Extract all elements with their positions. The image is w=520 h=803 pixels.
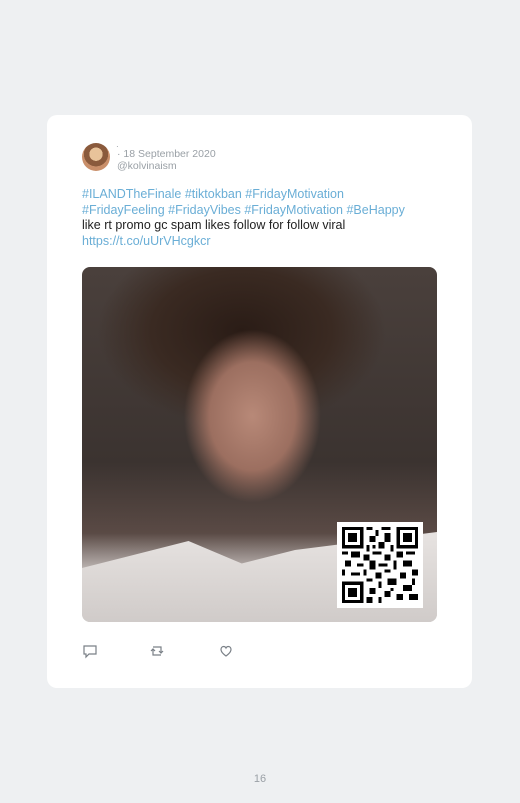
hashtags-line-1[interactable]: #ILANDTheFinale #tiktokban #FridayMotiva… bbox=[82, 187, 442, 203]
tweet-text: #ILANDTheFinale #tiktokban #FridayMotiva… bbox=[82, 187, 442, 249]
reply-icon[interactable] bbox=[82, 643, 98, 659]
qr-code bbox=[337, 522, 423, 608]
tweet-body-text: like rt promo gc spam likes follow for f… bbox=[82, 218, 346, 232]
tweet-link[interactable]: https://t.co/uUrVHcgkcr bbox=[82, 234, 442, 250]
tweet-date: · 18 September 2020 bbox=[117, 148, 216, 160]
tweet-actions bbox=[82, 643, 242, 659]
tweet-media-image[interactable] bbox=[82, 267, 437, 622]
retweet-icon[interactable] bbox=[149, 643, 165, 659]
heart-icon[interactable] bbox=[218, 643, 234, 659]
user-handle[interactable]: @kolvinaism bbox=[117, 160, 177, 172]
avatar[interactable] bbox=[82, 143, 110, 171]
page-number: 16 bbox=[253, 773, 267, 785]
hashtags-line-2[interactable]: #FridayFeeling #FridayVibes #FridayMotiv… bbox=[82, 203, 442, 219]
tweet-card: · · 18 September 2020 @kolvinaism #ILAND… bbox=[47, 115, 472, 688]
